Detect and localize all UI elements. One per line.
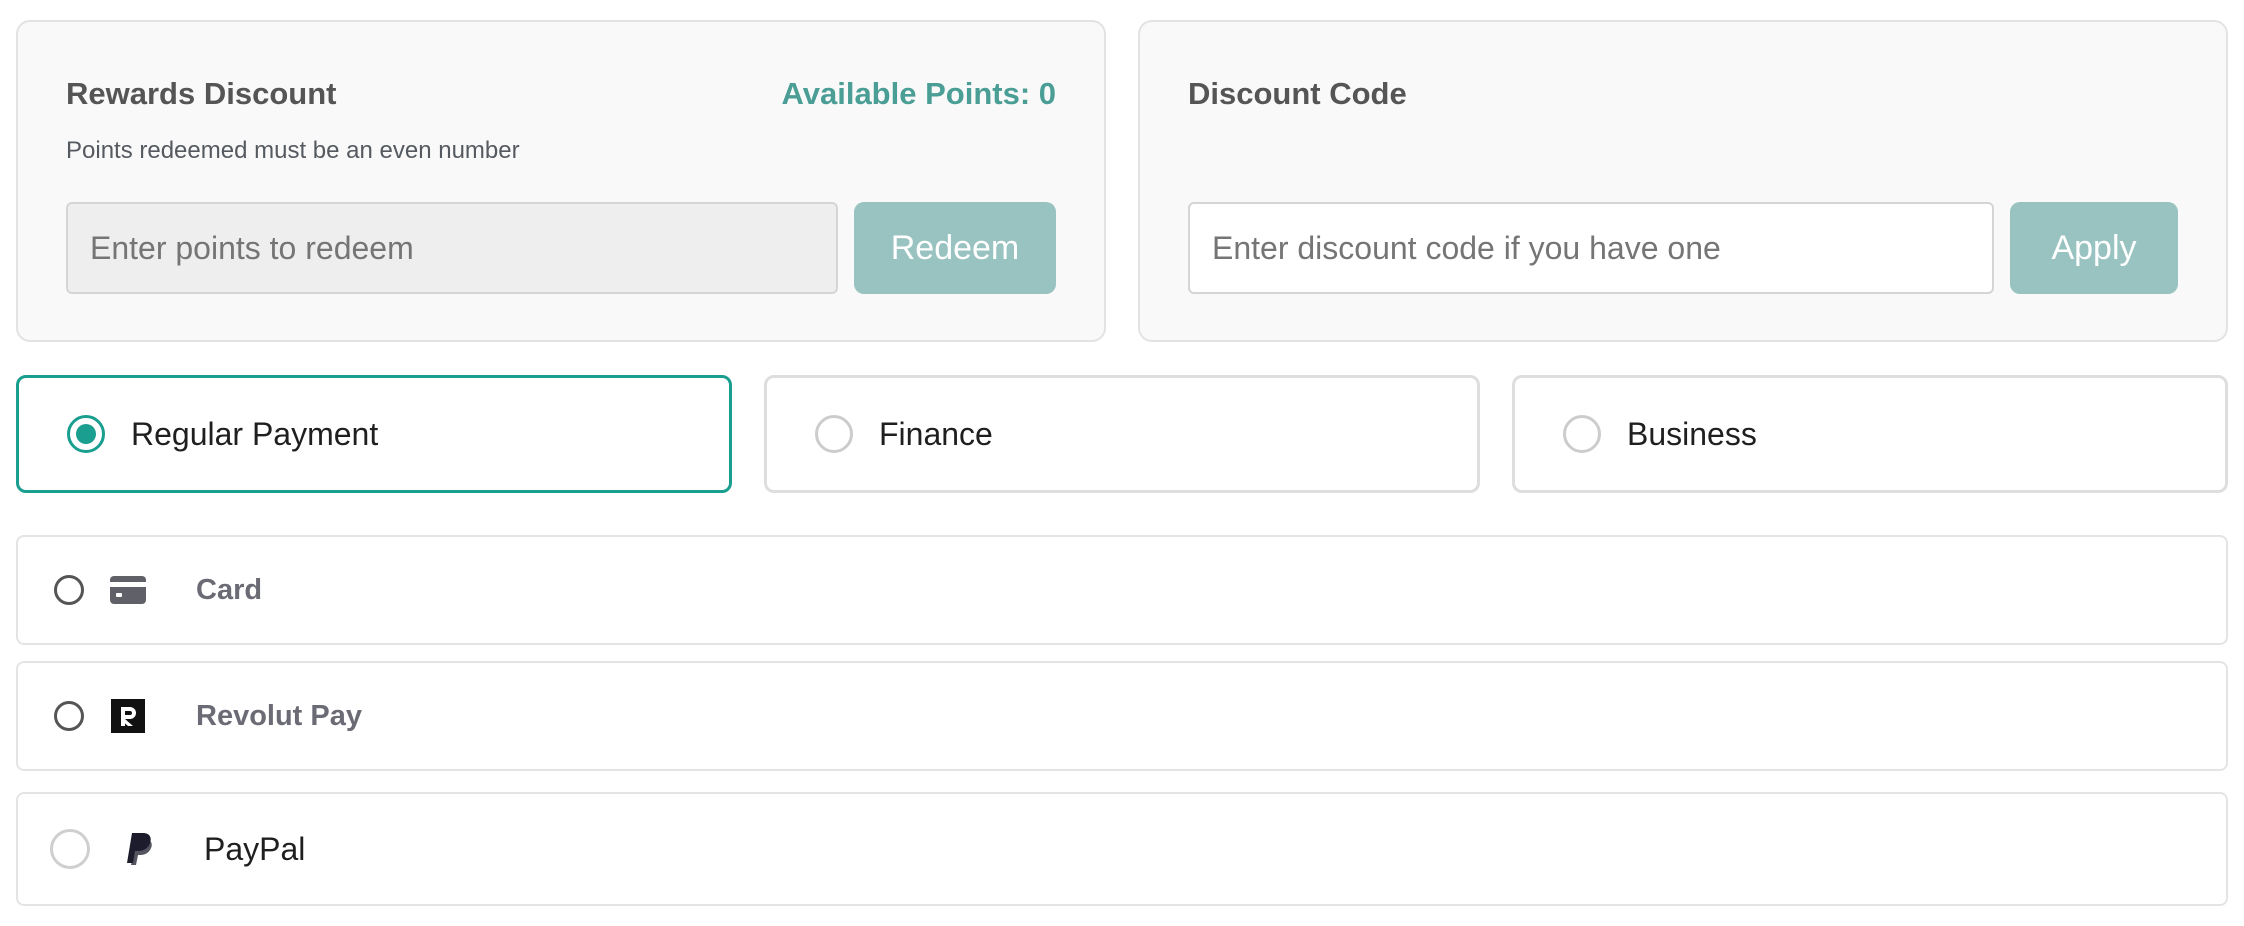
payment-type-finance[interactable]: Finance: [764, 375, 1480, 493]
payment-method-label: Revolut Pay: [196, 699, 362, 732]
payment-type-label: Finance: [879, 415, 993, 452]
apply-button[interactable]: Apply: [2010, 202, 2178, 294]
payment-method-label: PayPal: [204, 830, 306, 867]
discount-code-title: Discount Code: [1188, 76, 1407, 111]
radio-icon[interactable]: [54, 701, 84, 731]
payment-type-regular[interactable]: Regular Payment: [16, 375, 732, 493]
available-points: Available Points: 0: [781, 76, 1057, 111]
credit-card-icon: [108, 570, 148, 610]
rewards-discount-title: Rewards Discount: [66, 76, 337, 111]
radio-icon[interactable]: [1563, 415, 1601, 453]
discount-code-input[interactable]: [1188, 202, 1994, 294]
radio-selected-icon[interactable]: [67, 415, 105, 453]
revolut-icon: [108, 696, 148, 736]
payment-type-label: Regular Payment: [131, 415, 379, 452]
payment-method-label: Card: [196, 573, 263, 606]
discount-code-card: Discount Code Apply: [1138, 20, 2228, 342]
payment-method-card[interactable]: Card: [16, 535, 2228, 645]
radio-icon[interactable]: [54, 575, 84, 605]
radio-icon[interactable]: [815, 415, 853, 453]
payment-method-paypal[interactable]: PayPal: [16, 792, 2228, 906]
redeem-button[interactable]: Redeem: [854, 202, 1056, 294]
payment-type-label: Business: [1627, 415, 1757, 452]
radio-icon[interactable]: [50, 829, 90, 869]
payment-method-revolut[interactable]: Revolut Pay: [16, 661, 2228, 771]
points-input[interactable]: [66, 202, 838, 294]
rewards-discount-card: Rewards Discount Available Points: 0 Poi…: [16, 20, 1106, 342]
points-hint: Points redeemed must be an even number: [66, 137, 520, 164]
paypal-icon: [120, 829, 160, 869]
payment-type-business[interactable]: Business: [1512, 375, 2228, 493]
